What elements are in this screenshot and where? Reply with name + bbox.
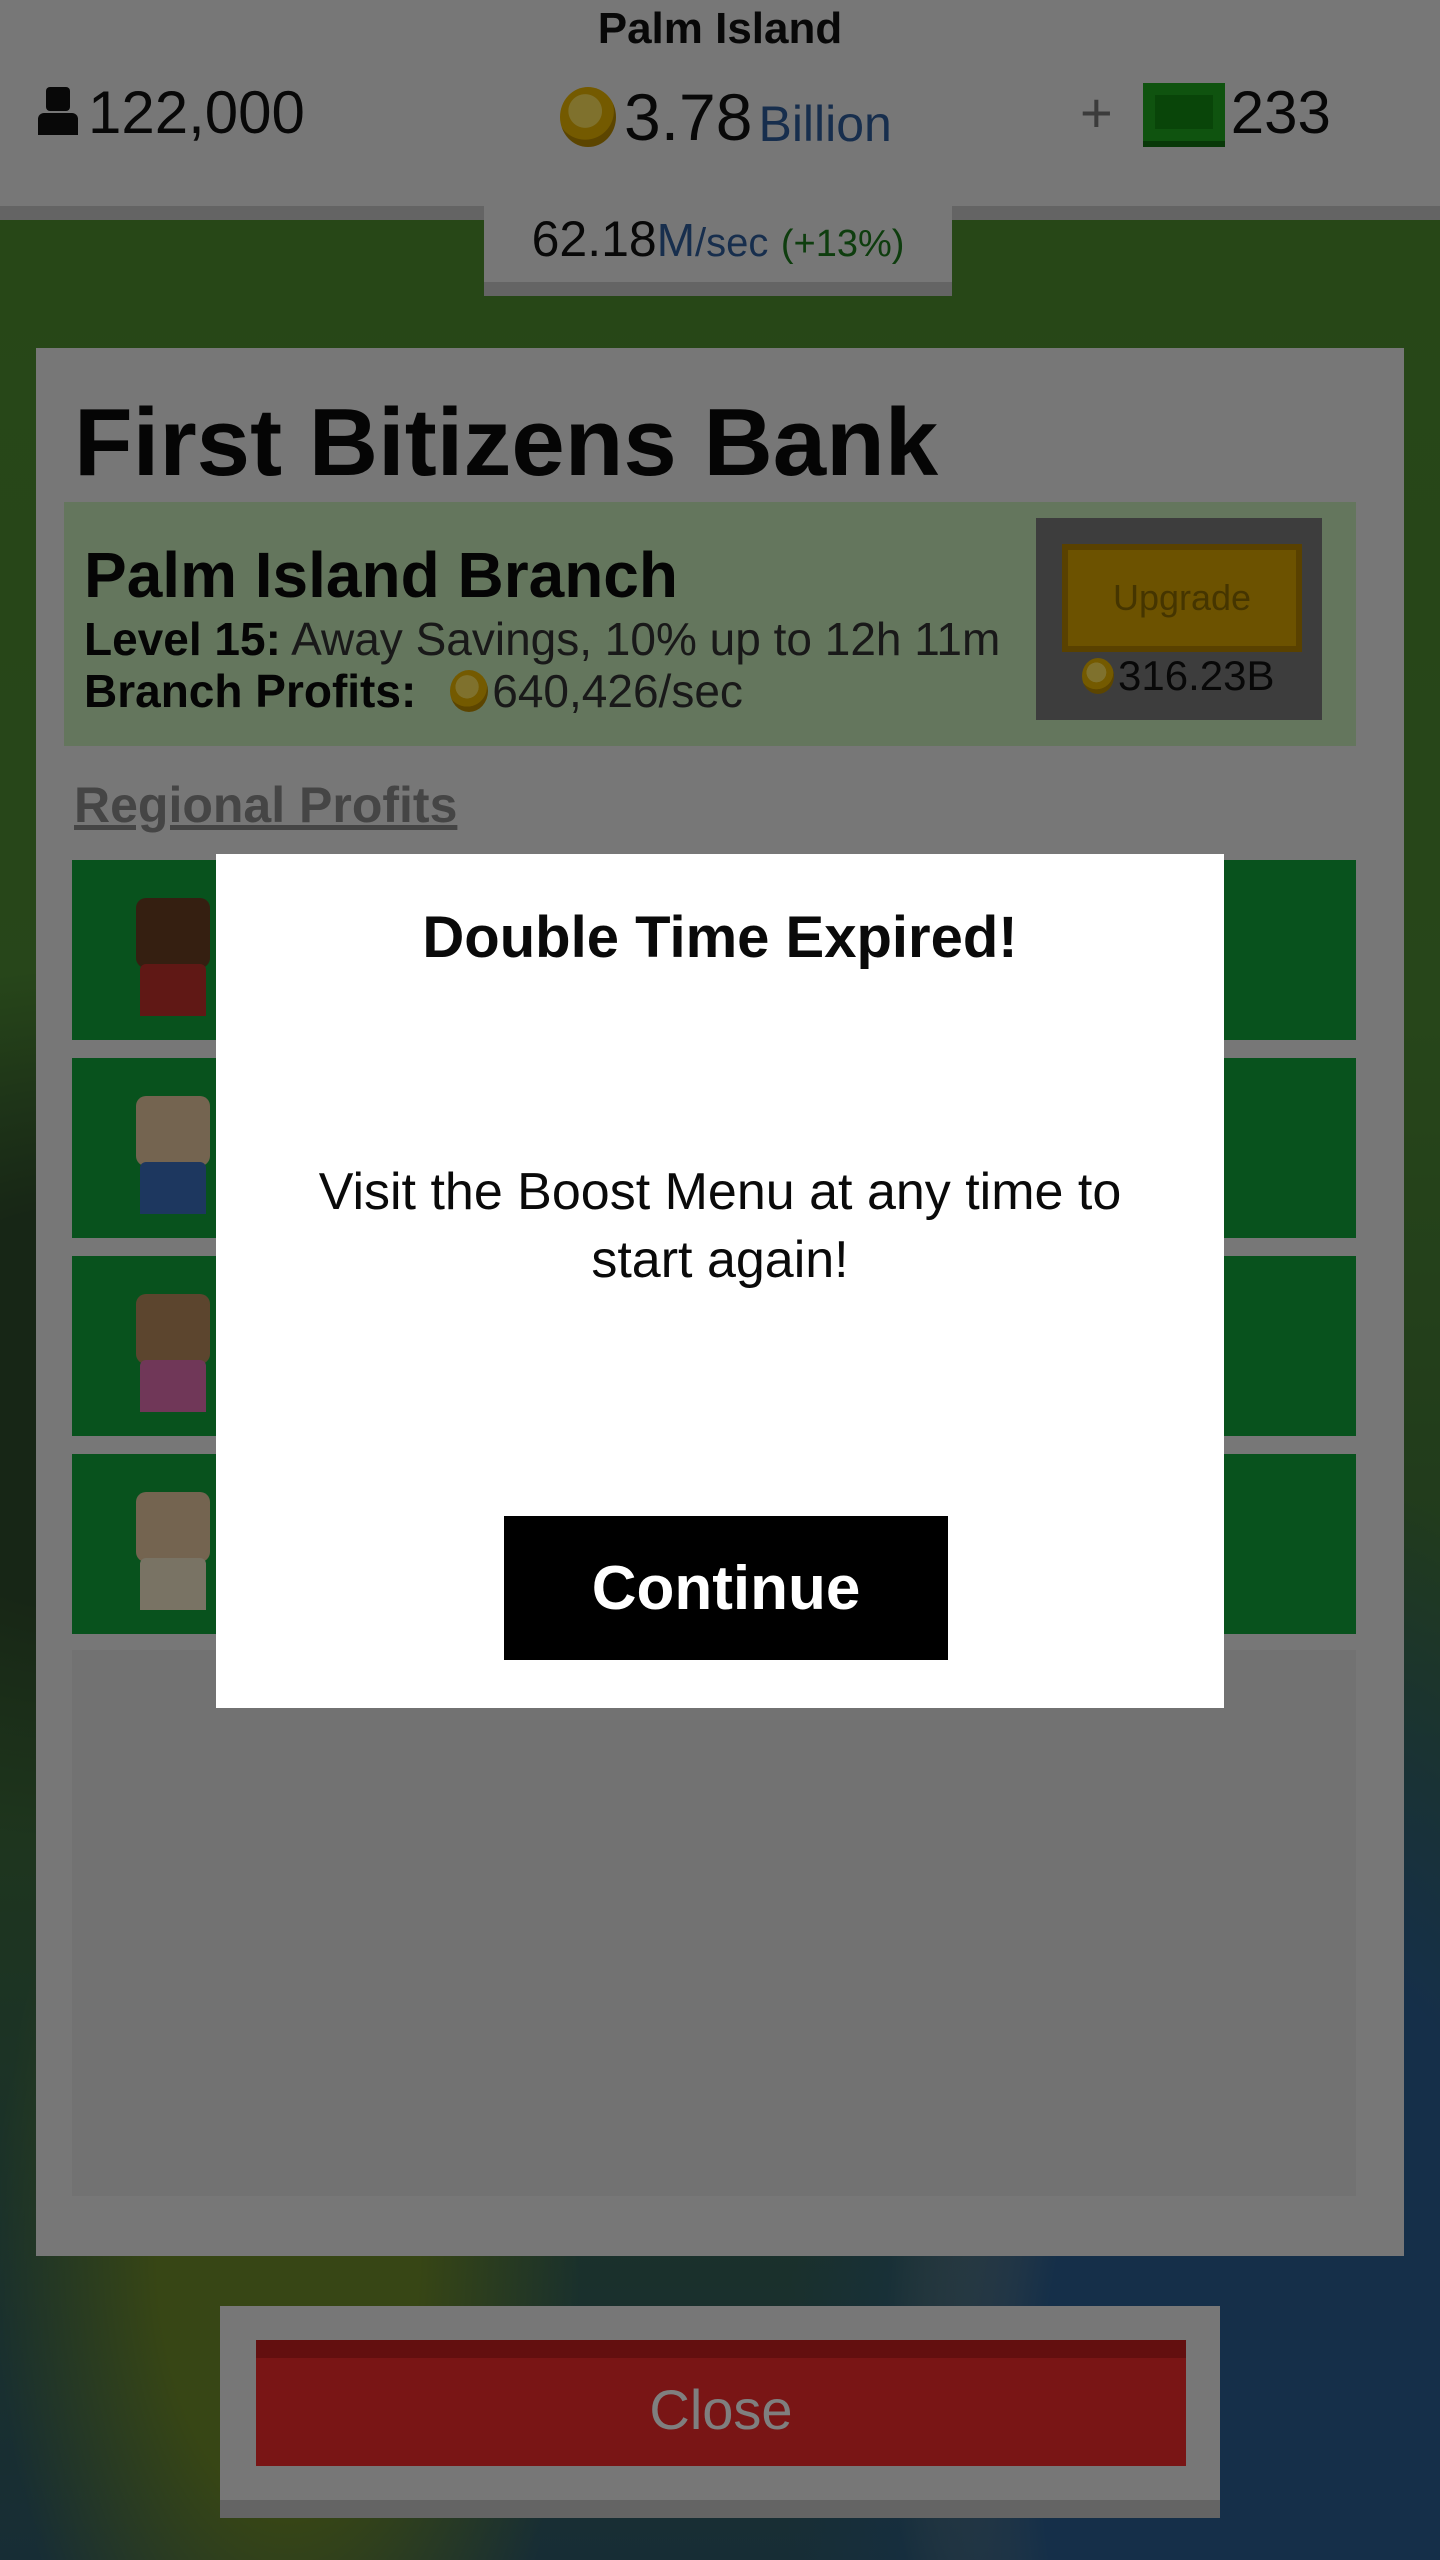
double-time-dialog: Double Time Expired! Visit the Boost Men… <box>216 854 1224 1708</box>
dialog-message: Visit the Boost Menu at any time to star… <box>318 1163 1122 1289</box>
dialog-title: Double Time Expired! <box>422 905 1018 970</box>
continue-button[interactable]: Continue <box>504 1516 948 1660</box>
